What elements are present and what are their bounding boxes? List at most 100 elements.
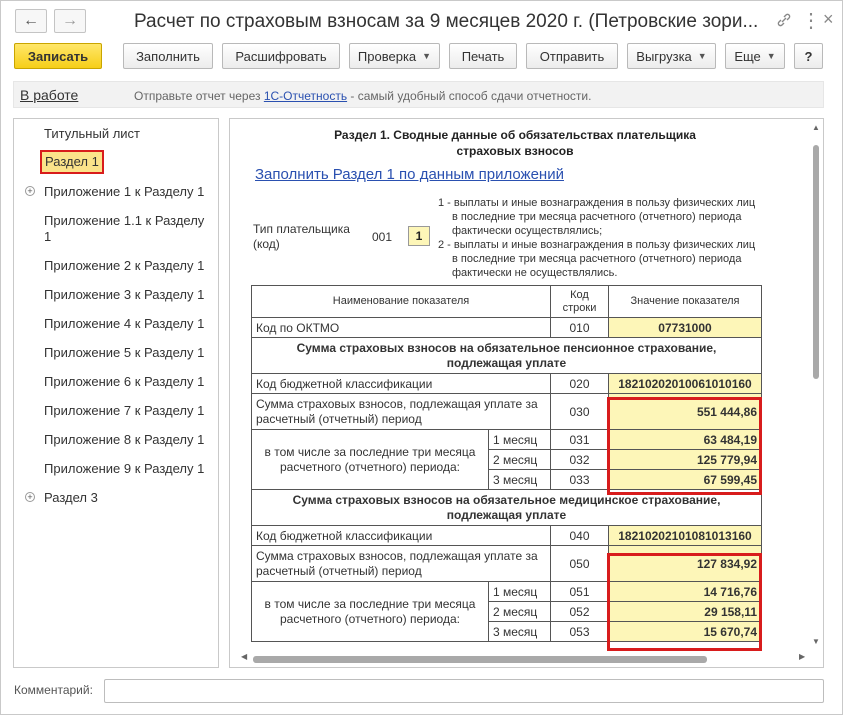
pension-kbk-field[interactable]: 18210202010061010160 (608, 373, 762, 394)
sidebar-item-appendix-3[interactable]: Приложение 3 к Разделу 1 (14, 287, 218, 303)
oktmo-field[interactable]: 07731000 (608, 317, 762, 338)
payer-type-code: 001 (372, 230, 393, 244)
help-button[interactable]: ? (794, 43, 823, 69)
row-label-sum: Сумма страховых взносов, подлежащая упла… (251, 545, 551, 582)
indicators-table: Наименование показателя Код строки Значе… (251, 285, 762, 642)
column-header-name: Наименование показателя (251, 285, 551, 318)
decode-button[interactable]: Расшифровать (222, 43, 340, 69)
sidebar-item-label: Приложение 1 к Разделу 1 (44, 184, 205, 199)
month-label: 1 месяц (488, 581, 551, 602)
close-icon[interactable]: × (823, 9, 834, 30)
sidebar-item-appendix-6[interactable]: Приложение 6 к Разделу 1 (14, 374, 218, 390)
sidebar-item-appendix-5[interactable]: Приложение 5 к Разделу 1 (14, 345, 218, 361)
medical-month-1-field[interactable]: 14 716,76 (608, 581, 762, 602)
fill-section-link[interactable]: Заполнить Раздел 1 по данным приложений (255, 166, 564, 183)
row-code: 010 (550, 317, 609, 338)
info-message: Отправьте отчет через 1С-Отчетность - са… (134, 89, 591, 103)
sidebar-item-appendix-1[interactable]: + Приложение 1 к Разделу 1 (14, 184, 218, 200)
row-label-months: в том числе за последние три месяца расч… (251, 581, 489, 642)
scroll-down-icon[interactable]: ▼ (812, 637, 820, 646)
row-code: 033 (550, 469, 609, 490)
sidebar-item-label: Приложение 4 к Разделу 1 (44, 316, 205, 331)
scroll-left-icon[interactable]: ◀ (241, 652, 247, 661)
sidebar-item-label: Приложение 6 к Разделу 1 (44, 374, 205, 389)
payer-type-legend: 1 - выплаты и иные вознаграждения в поль… (438, 196, 758, 280)
medical-month-2-field[interactable]: 29 158,11 (608, 601, 762, 622)
medical-kbk-field[interactable]: 18210202101081013160 (608, 525, 762, 546)
status-link[interactable]: В работе (20, 87, 78, 103)
medical-sum-field[interactable]: 127 834,92 (608, 545, 762, 582)
sidebar-item-appendix-4[interactable]: Приложение 4 к Разделу 1 (14, 316, 218, 332)
sidebar-item-appendix-8[interactable]: Приложение 8 к Разделу 1 (14, 432, 218, 448)
expand-icon[interactable]: + (25, 492, 35, 502)
chevron-down-icon: ▼ (697, 51, 707, 61)
expand-icon[interactable]: + (25, 186, 35, 196)
export-button-label: Выгрузка (636, 48, 692, 64)
fill-button[interactable]: Заполнить (123, 43, 213, 69)
row-label-kbk: Код бюджетной классификации (251, 373, 551, 394)
back-arrow-icon[interactable]: ← (15, 9, 47, 33)
vertical-scroll-thumb[interactable] (813, 145, 819, 379)
sidebar-item-label: Приложение 5 к Разделу 1 (44, 345, 205, 360)
row-label-oktmo: Код по ОКТМО (251, 317, 551, 338)
report-form: Раздел 1. Сводные данные об обязательств… (229, 118, 824, 668)
sidebar-item-appendix-7[interactable]: Приложение 7 к Разделу 1 (14, 403, 218, 419)
medical-section-heading: Сумма страховых взносов на обязательное … (251, 489, 762, 526)
column-header-value: Значение показателя (608, 285, 762, 318)
row-code: 020 (550, 373, 609, 394)
month-label: 2 месяц (488, 449, 551, 470)
month-label: 3 месяц (488, 469, 551, 490)
comment-label: Комментарий: (14, 683, 93, 697)
sidebar-item-appendix-1-1[interactable]: Приложение 1.1 к Разделу 1 (14, 213, 218, 245)
row-code: 040 (550, 525, 609, 546)
forward-arrow-icon[interactable]: → (54, 9, 86, 33)
payer-type-field[interactable]: 1 (408, 226, 430, 246)
column-header-code: Код строки (550, 285, 609, 318)
sidebar-item-appendix-9[interactable]: Приложение 9 к Разделу 1 (14, 461, 218, 477)
scroll-right-icon[interactable]: ▶ (799, 652, 805, 661)
horizontal-scroll-thumb[interactable] (253, 656, 707, 663)
window-title: Расчет по страховым взносам за 9 месяцев… (134, 11, 759, 32)
row-code: 031 (550, 429, 609, 450)
sidebar-item-appendix-2[interactable]: Приложение 2 к Разделу 1 (14, 258, 218, 274)
row-code: 052 (550, 601, 609, 622)
sections-tree: Титульный лист Раздел 1 + Приложение 1 к … (13, 118, 219, 668)
export-dropdown-button[interactable]: Выгрузка ▼ (627, 43, 716, 69)
row-code: 053 (550, 621, 609, 642)
comment-field[interactable] (104, 679, 824, 703)
sidebar-item-label: Титульный лист (44, 126, 141, 141)
more-dropdown-button[interactable]: Еще ▼ (725, 43, 785, 69)
sidebar-item-label: Приложение 3 к Разделу 1 (44, 287, 205, 302)
payer-type-option-1: 1 - выплаты и иные вознаграждения в поль… (438, 197, 756, 237)
pension-month-2-field[interactable]: 125 779,94 (608, 449, 762, 470)
send-button[interactable]: Отправить (526, 43, 618, 69)
info-message-before: Отправьте отчет через (134, 89, 264, 103)
check-dropdown-button[interactable]: Проверка ▼ (349, 43, 440, 69)
chevron-down-icon: ▼ (766, 51, 776, 61)
pension-section-heading: Сумма страховых взносов на обязательное … (251, 337, 762, 374)
link-icon[interactable] (777, 11, 791, 32)
info-message-after: - самый удобный способ сдачи отчетности. (347, 89, 592, 103)
save-button[interactable]: Записать (14, 43, 102, 69)
sidebar-item-title-page[interactable]: Титульный лист (14, 126, 218, 142)
pension-sum-field[interactable]: 551 444,86 (608, 393, 762, 430)
sidebar-item-section-3[interactable]: + Раздел 3 (14, 490, 218, 506)
month-label: 2 месяц (488, 601, 551, 622)
more-button-label: Еще (734, 48, 761, 64)
medical-month-3-field[interactable]: 15 670,74 (608, 621, 762, 642)
payer-type-option-2: 2 - выплаты и иные вознаграждения в поль… (438, 239, 756, 279)
more-menu-icon[interactable]: ⋮ (801, 8, 821, 33)
pension-month-1-field[interactable]: 63 484,19 (608, 429, 762, 450)
reporting-service-link[interactable]: 1С-Отчетность (264, 89, 347, 103)
info-bar: В работе Отправьте отчет через 1С-Отчетн… (13, 81, 824, 108)
sidebar-item-label: Приложение 8 к Разделу 1 (44, 432, 205, 447)
horizontal-scrollbar[interactable]: ◀ ▶ (241, 652, 811, 665)
sidebar-item-label: Приложение 7 к Разделу 1 (44, 403, 205, 418)
sidebar-item-section-1[interactable]: Раздел 1 (14, 150, 218, 174)
section-heading: Раздел 1. Сводные данные об обязательств… (334, 128, 696, 158)
print-button[interactable]: Печать (449, 43, 517, 69)
scroll-up-icon[interactable]: ▲ (812, 123, 820, 132)
vertical-scrollbar[interactable]: ▲ ▼ (811, 123, 821, 653)
toolbar: Записать Заполнить Расшифровать Проверка… (1, 43, 843, 73)
pension-month-3-field[interactable]: 67 599,45 (608, 469, 762, 490)
